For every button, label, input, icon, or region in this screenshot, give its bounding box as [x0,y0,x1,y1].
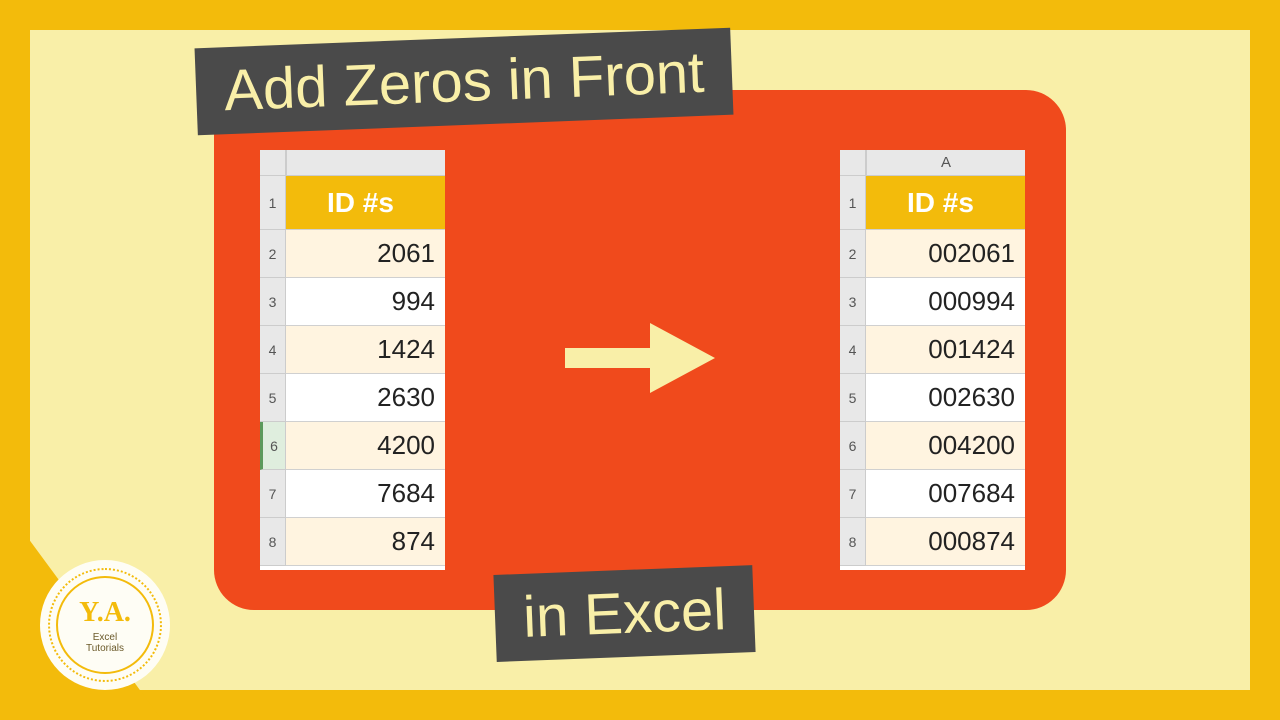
row-number: 3 [260,278,286,326]
arrow-right-icon [555,308,725,408]
row-number: 6 [260,422,286,470]
column-header-a: A [866,150,1025,176]
row-number: 4 [840,326,866,374]
spreadsheet-left: 1ID #s220613994414245263064200776848874 [260,150,445,570]
row-number: 4 [260,326,286,374]
row-number: 7 [840,470,866,518]
table-header: ID #s [866,176,1025,230]
table-cell: 002630 [866,374,1025,422]
table-cell: 1424 [286,326,445,374]
row-number: 2 [260,230,286,278]
badge-ring-inner [56,576,154,674]
row-number: 8 [840,518,866,566]
table-cell: 007684 [866,470,1025,518]
channel-badge: Y.A. ExcelTutorials [40,560,170,690]
table-cell: 000874 [866,518,1025,566]
table-cell: 2061 [286,230,445,278]
column-header-a [286,150,445,176]
table-cell: 874 [286,518,445,566]
table-cell: 004200 [866,422,1025,470]
spreadsheet-right: A 1ID #s20020613000994400142450026306004… [840,150,1025,570]
row-number: 2 [840,230,866,278]
table-cell: 4200 [286,422,445,470]
row-number: 1 [840,176,866,230]
select-all-corner [260,150,286,176]
row-number: 6 [840,422,866,470]
row-number: 5 [840,374,866,422]
table-cell: 000994 [866,278,1025,326]
table-cell: 994 [286,278,445,326]
row-number: 5 [260,374,286,422]
table-cell: 7684 [286,470,445,518]
title-bottom: in Excel [493,565,755,662]
row-number: 1 [260,176,286,230]
row-number: 7 [260,470,286,518]
table-cell: 2630 [286,374,445,422]
table-cell: 001424 [866,326,1025,374]
row-number: 8 [260,518,286,566]
table-cell: 002061 [866,230,1025,278]
select-all-corner [840,150,866,176]
row-number: 3 [840,278,866,326]
table-header: ID #s [286,176,445,230]
